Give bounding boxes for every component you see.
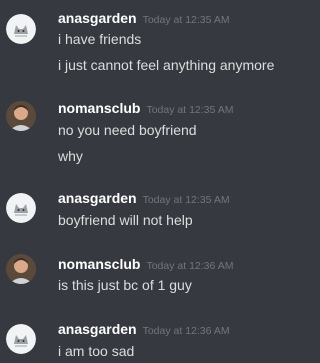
message-text: boyfriend will not help (58, 212, 193, 228)
chat-log: anasgarden Today at 12:35 AM i have frien… (0, 0, 296, 363)
cat-avatar-icon[interactable] (6, 324, 36, 354)
message-author[interactable]: anasgarden (58, 10, 137, 26)
message-author[interactable]: nomansclub (58, 256, 140, 272)
cat-avatar-icon[interactable] (6, 193, 36, 223)
photo-avatar-icon[interactable] (6, 101, 36, 131)
message-text: i just cannot feel anything anymore (58, 57, 275, 73)
photo-avatar-icon[interactable] (6, 254, 36, 284)
message-author[interactable]: anasgarden (58, 190, 137, 206)
message-text: is this just bc of 1 guy (58, 277, 192, 293)
message-text: i am too sad (58, 343, 135, 359)
message-timestamp: Today at 12:35 AM (142, 194, 230, 206)
message-timestamp: Today at 12:35 AM (142, 14, 230, 26)
message-timestamp: Today at 12:35 AM (146, 104, 234, 116)
message-timestamp: Today at 12:36 AM (142, 325, 230, 337)
message-text: why (58, 148, 83, 164)
cat-avatar-icon[interactable] (6, 14, 36, 44)
message-timestamp: Today at 12:36 AM (146, 260, 234, 272)
message-text: i have friends (58, 31, 142, 47)
message-author[interactable]: anasgarden (58, 321, 137, 337)
message-author[interactable]: nomansclub (58, 100, 140, 116)
message-text: no you need boyfriend (58, 122, 197, 138)
